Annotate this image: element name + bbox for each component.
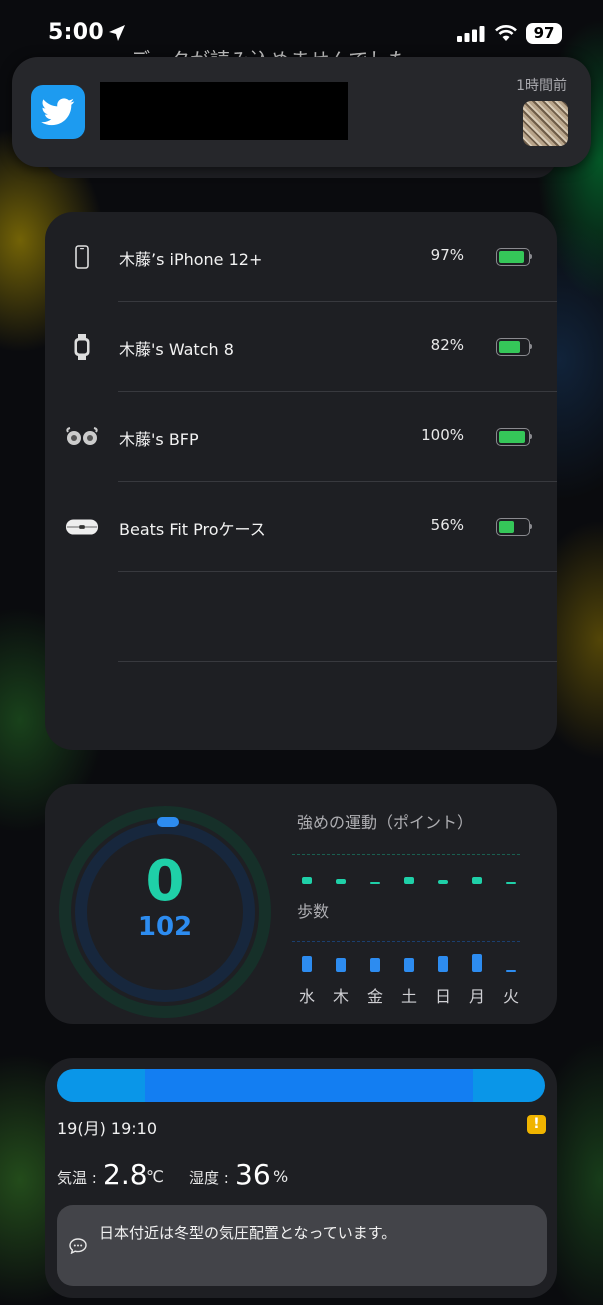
warning-icon[interactable]: ! (527, 1115, 546, 1134)
day-label: 火 (502, 987, 519, 1006)
earbuds-icon (65, 420, 99, 454)
intense-bar (404, 877, 414, 884)
intense-exercise-label: 強めの運動（ポイント） (297, 813, 474, 832)
battery-row: 木藤’s iPhone 12+ 97% (45, 212, 557, 302)
battery-level-icon (496, 338, 530, 356)
redacted-content (100, 82, 348, 140)
steps-bar (336, 958, 346, 972)
cellular-signal-icon (457, 26, 485, 42)
apple-watch-icon (65, 330, 99, 364)
device-percent: 56% (430, 516, 464, 534)
day-label: 土 (400, 987, 417, 1006)
device-percent: 100% (421, 426, 464, 444)
weather-message: 日本付近は冬型の気圧配置となっています。 (99, 1224, 397, 1242)
battery-fill (499, 341, 520, 353)
steps-bar (506, 970, 516, 972)
weather-message-box: 日本付近は冬型の気圧配置となっています。 (57, 1205, 547, 1286)
day-label: 月 (468, 987, 485, 1006)
humidity-value: 36 (235, 1158, 271, 1191)
fitness-widget[interactable]: 0 102 強めの運動（ポイント） 歩数 水木金土日月火 (45, 784, 557, 1024)
humidity-unit: % (273, 1167, 289, 1186)
iphone-icon (65, 240, 99, 274)
battery-level-icon (496, 428, 530, 446)
battery-row: Beats Fit Proケース 56% (45, 482, 557, 572)
steps-bar (404, 958, 414, 972)
battery-row-empty (45, 662, 557, 752)
steps-bar (370, 958, 380, 972)
intense-bar (302, 877, 312, 884)
steps-bar (302, 956, 312, 972)
day-label: 木 (332, 987, 349, 1006)
device-name: 木藤's BFP (119, 430, 199, 449)
temperature-unit: ℃ (146, 1167, 164, 1186)
batteries-widget[interactable]: 木藤’s iPhone 12+ 97% 木藤's Watch 8 82% 木藤'… (45, 212, 557, 750)
battery-row-empty (45, 572, 557, 662)
twitter-notification[interactable]: 1時間前 (12, 57, 591, 167)
device-percent: 82% (430, 336, 464, 354)
move-points-value: 0 (145, 849, 185, 914)
status-time: 5:00 (48, 20, 104, 45)
redacted-location (145, 1069, 473, 1102)
battery-fill (499, 431, 525, 443)
intense-bar (370, 882, 380, 884)
device-name: 木藤's Watch 8 (119, 340, 234, 359)
wifi-icon (495, 25, 517, 41)
weather-datetime: 19(月) 19:10 (57, 1119, 158, 1138)
day-label: 日 (434, 987, 451, 1006)
battery-fill (499, 521, 514, 533)
battery-indicator: 97 (526, 23, 562, 44)
weather-widget[interactable]: 19(月) 19:10 ! 気温 : 2.8 ℃ 湿度 : 36 % 日本付近は… (45, 1058, 557, 1298)
intense-bar (336, 879, 346, 884)
steps-gridline (292, 941, 520, 942)
steps-label: 歩数 (297, 902, 330, 921)
battery-fill (499, 251, 524, 263)
twitter-bird-icon (31, 85, 85, 139)
intense-gridline (292, 854, 520, 855)
humidity-label: 湿度 : (189, 1169, 229, 1187)
location-arrow-icon (109, 25, 125, 41)
steps-bar (438, 956, 448, 972)
steps-value: 102 (137, 912, 193, 942)
day-label: 水 (298, 987, 315, 1006)
device-percent: 97% (430, 246, 464, 264)
device-name: Beats Fit Proケース (119, 520, 266, 539)
weather-header-bar (57, 1069, 545, 1102)
battery-level-icon (496, 518, 530, 536)
intense-bar (506, 882, 516, 884)
battery-row: 木藤's BFP 100% (45, 392, 557, 482)
device-name: 木藤’s iPhone 12+ (119, 250, 263, 269)
temperature-label: 気温 : (57, 1169, 97, 1187)
battery-level-icon (496, 248, 530, 266)
temperature-value: 2.8 (103, 1158, 148, 1191)
earbuds-case-icon (65, 510, 99, 544)
day-label: 金 (366, 987, 383, 1006)
speech-bubble-icon (69, 1238, 87, 1254)
intense-bar (438, 880, 448, 884)
intense-bar (472, 877, 482, 884)
notification-time: 1時間前 (516, 78, 567, 94)
notification-thumbnail (523, 101, 568, 146)
battery-row: 木藤's Watch 8 82% (45, 302, 557, 392)
steps-bar (472, 954, 482, 972)
